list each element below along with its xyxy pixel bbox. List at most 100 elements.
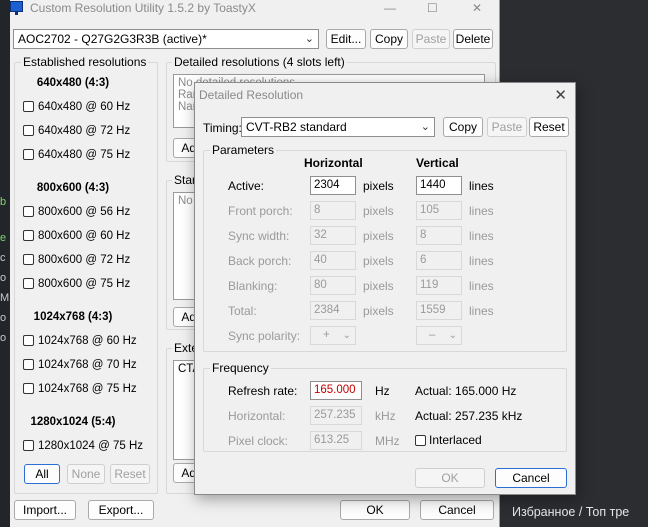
dialog-copy-button[interactable]: Copy — [443, 117, 483, 137]
refresh-rate-label: Refresh rate: — [228, 384, 298, 398]
delete-button[interactable]: Delete — [453, 29, 493, 49]
active-horizontal-field[interactable]: 2304 — [310, 176, 356, 195]
timing-label: Timing: — [203, 121, 242, 135]
main-ok-button[interactable]: OK — [340, 500, 410, 520]
select-value: + — [323, 329, 330, 341]
checkbox-label: 800x600 @ 72 Hz — [38, 254, 131, 266]
checkbox-800x600-75[interactable]: 800x600 @ 75 Hz — [23, 278, 130, 292]
chevron-down-icon: ⌄ — [420, 121, 430, 133]
blanking-label: Blanking: — [228, 279, 278, 293]
mhz-unit: MHz — [375, 434, 400, 448]
pixels-unit: pixels — [363, 204, 394, 218]
checkbox-640x480-75[interactable]: 640x480 @ 75 Hz — [23, 149, 130, 163]
minimize-icon[interactable]: — — [384, 1, 396, 15]
checkbox-800x600-60[interactable]: 800x600 @ 60 Hz — [23, 230, 130, 244]
chevron-down-icon: ⌄ — [448, 330, 457, 341]
blanking-vertical-field: 119 — [416, 276, 462, 295]
total-vertical-field: 1559 — [416, 301, 462, 320]
export-button[interactable]: Export... — [88, 500, 154, 520]
back-porch-label: Back porch: — [228, 254, 292, 268]
pixels-unit: pixels — [363, 304, 394, 318]
khz-unit: kHz — [375, 409, 396, 423]
checkbox-label: 1024x768 @ 75 Hz — [38, 383, 137, 395]
background-glyph: o — [0, 272, 7, 284]
background-glyph: o — [0, 312, 7, 324]
interlaced-label: Interlaced — [429, 433, 482, 447]
checkbox-1024x768-60[interactable]: 1024x768 @ 60 Hz — [23, 335, 137, 349]
pixels-unit: pixels — [363, 279, 394, 293]
detailed-resolution-dialog: Detailed Resolution ✕ Timing: CVT-RB2 st… — [194, 82, 576, 495]
checkbox-box[interactable] — [23, 230, 34, 241]
checkbox-box[interactable] — [23, 254, 34, 265]
checkbox-640x480-72[interactable]: 640x480 @ 72 Hz — [23, 125, 130, 139]
maximize-icon[interactable]: ☐ — [427, 1, 438, 15]
lines-unit: lines — [469, 254, 494, 268]
checkbox-1024x768-75[interactable]: 1024x768 @ 75 Hz — [23, 383, 137, 397]
checkbox-800x600-72[interactable]: 800x600 @ 72 Hz — [23, 254, 130, 268]
lines-unit: lines — [469, 229, 494, 243]
dialog-cancel-button[interactable]: Cancel — [495, 468, 567, 488]
checkbox-box[interactable] — [23, 383, 34, 394]
sync-width-horizontal-field: 32 — [310, 226, 356, 245]
horizontal-column-header: Horizontal — [304, 156, 363, 170]
monitor-select-value: AOC2702 - Q27G2G3R3B (active)* — [18, 32, 207, 46]
pixels-unit: pixels — [363, 229, 394, 243]
checkbox-box[interactable] — [415, 435, 426, 446]
monitor-icon — [10, 1, 23, 15]
interlaced-checkbox[interactable]: Interlaced — [415, 433, 482, 447]
timing-select[interactable]: CVT-RB2 standard ⌄ — [241, 117, 435, 137]
background-app-edge: b e c o M o o — [0, 0, 10, 527]
pixel-clock-field: 613.25 — [310, 431, 362, 450]
checkbox-box[interactable] — [23, 125, 34, 136]
checkbox-box[interactable] — [23, 149, 34, 160]
checkbox-box[interactable] — [23, 359, 34, 370]
established-title: Established resolutions — [21, 55, 149, 69]
import-button[interactable]: Import... — [14, 500, 76, 520]
monitor-select[interactable]: AOC2702 - Q27G2G3R3B (active)* ⌄ — [13, 29, 319, 49]
checkbox-box[interactable] — [23, 335, 34, 346]
hz-unit: Hz — [375, 384, 390, 398]
active-vertical-field[interactable]: 1440 — [416, 176, 462, 195]
chevron-down-icon: ⌄ — [342, 330, 351, 341]
background-breadcrumb[interactable]: Избранное / Топ тре — [512, 505, 629, 519]
lines-unit: lines — [469, 179, 494, 193]
close-icon[interactable]: ✕ — [554, 86, 567, 104]
parameters-group: Parameters Horizontal Vertical Active: 2… — [203, 143, 567, 352]
checkbox-800x600-56[interactable]: 800x600 @ 56 Hz — [23, 206, 130, 220]
all-button[interactable]: All — [24, 464, 60, 484]
paste-button[interactable]: Paste — [412, 29, 450, 49]
lines-unit: lines — [469, 279, 494, 293]
checkbox-box[interactable] — [23, 206, 34, 217]
horizontal-freq-label: Horizontal: — [228, 409, 286, 423]
checkbox-label: 1024x768 @ 70 Hz — [38, 359, 137, 371]
checkbox-label: 640x480 @ 75 Hz — [38, 149, 131, 161]
copy-button[interactable]: Copy — [370, 29, 408, 49]
dialog-ok-button[interactable]: OK — [415, 468, 485, 488]
window-title: Custom Resolution Utility 1.5.2 by Toast… — [30, 1, 256, 15]
checkbox-1280x1024-75[interactable]: 1280x1024 @ 75 Hz — [23, 440, 143, 454]
checkbox-640x480-60[interactable]: 640x480 @ 60 Hz — [23, 101, 130, 115]
reset-button[interactable]: Reset — [110, 464, 150, 484]
dialog-reset-button[interactable]: Reset — [529, 117, 569, 137]
edit-button[interactable]: Edit... — [326, 29, 366, 49]
refresh-actual: Actual: 165.000 Hz — [415, 384, 517, 398]
group-heading-1024x768: 1024x768 (4:3) — [33, 311, 113, 323]
sync-polarity-vertical-select: – ⌄ — [416, 326, 462, 345]
checkbox-label: 800x600 @ 56 Hz — [38, 206, 131, 218]
checkbox-box[interactable] — [23, 101, 34, 112]
main-cancel-button[interactable]: Cancel — [420, 500, 494, 520]
main-titlebar[interactable]: Custom Resolution Utility 1.5.2 by Toast… — [10, 0, 500, 18]
checkbox-box[interactable] — [23, 440, 34, 451]
chevron-down-icon: ⌄ — [304, 33, 314, 45]
refresh-rate-field[interactable]: 165.000 — [310, 381, 362, 400]
dialog-paste-button[interactable]: Paste — [487, 117, 527, 137]
sync-width-label: Sync width: — [228, 229, 290, 243]
established-resolutions-group: Established resolutions 640x480 (4:3) 64… — [14, 55, 158, 494]
dialog-title: Detailed Resolution — [199, 88, 304, 102]
checkbox-1024x768-70[interactable]: 1024x768 @ 70 Hz — [23, 359, 137, 373]
background-glyph: b — [0, 196, 7, 208]
none-button[interactable]: None — [67, 464, 105, 484]
close-icon[interactable]: ✕ — [472, 1, 482, 15]
background-glyph: c — [0, 252, 6, 264]
checkbox-box[interactable] — [23, 278, 34, 289]
